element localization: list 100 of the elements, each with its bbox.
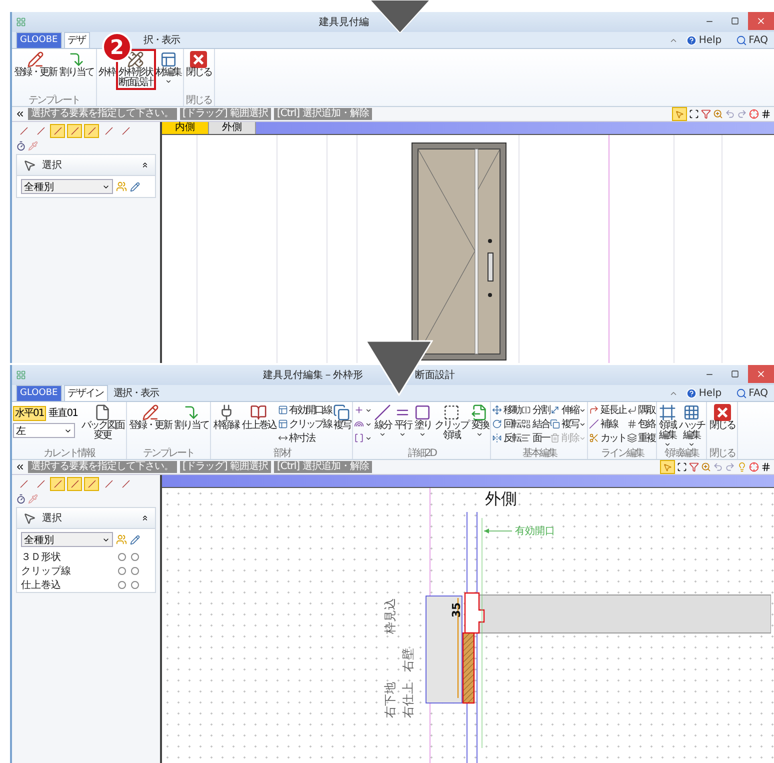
group-label: 閉じる [185, 95, 212, 106]
ribbon-button[interactable]: 複写 [550, 418, 586, 430]
type-filter-dropdown[interactable]: 全種別 [21, 179, 113, 194]
collapse-icon[interactable] [141, 514, 149, 522]
pencil-icon[interactable] [130, 534, 140, 544]
ribbon-button[interactable]: 割り当て [173, 404, 210, 431]
view-tab[interactable]: 内側 [162, 122, 209, 134]
corner-icon [626, 405, 637, 415]
ribbon-button[interactable]: 結合 [521, 418, 550, 430]
ribbon-tab[interactable]: GLOOBE [16, 32, 62, 48]
lightbulb-icon[interactable] [737, 462, 747, 472]
ribbon-button[interactable]: 複写 [332, 404, 352, 431]
ribbon-button[interactable]: バック図面 変更 [80, 404, 125, 441]
ribbon-tab[interactable]: 択・表示 [140, 32, 184, 48]
select-window-icon[interactable] [677, 462, 687, 472]
ribbon-button[interactable]: 領域 編集 [658, 404, 677, 448]
ribbon-button[interactable]: 外枠 [98, 68, 116, 78]
ribbon-tab[interactable]: デザ [64, 32, 90, 48]
crosshair-icon[interactable] [749, 109, 759, 119]
panel-toggle-icon[interactable] [15, 462, 25, 472]
stretch-icon [550, 405, 560, 415]
snap-tool[interactable] [67, 477, 82, 491]
pencil-icon[interactable] [130, 182, 140, 192]
ribbon-button[interactable]: 平行 [393, 404, 412, 438]
faq-link[interactable]: FAQ [730, 386, 774, 401]
ribbon-button[interactable]: 変換 [470, 404, 490, 438]
undo-icon[interactable] [725, 109, 735, 119]
ribbon-button[interactable]: 分割 [521, 404, 550, 416]
grid-icon[interactable] [761, 109, 771, 119]
close-button[interactable] [748, 365, 774, 383]
ribbon-button[interactable]: 重複 [626, 432, 655, 444]
trash-icon [550, 433, 560, 443]
ribbon-button[interactable]: 塗り [413, 404, 432, 438]
collapse-icon[interactable] [141, 161, 149, 169]
filter-icon[interactable] [689, 462, 699, 472]
ribbon-button[interactable]: ハッチ 編集 [678, 404, 706, 448]
snap-tool[interactable] [50, 124, 65, 138]
pointer-icon [675, 110, 684, 118]
ribbon-button[interactable]: 面一 [521, 432, 550, 444]
ribbon-tab[interactable]: 選択・表示 [110, 385, 163, 401]
close-button[interactable] [748, 12, 774, 30]
ribbon-button[interactable]: クリップ線 [278, 418, 332, 430]
ribbon-button[interactable]: 登録・更新 [128, 404, 172, 431]
ribbon-button[interactable]: 移動 [492, 404, 520, 416]
arrow-icon [68, 51, 85, 68]
ribbon-button[interactable]: 割り当て [58, 51, 94, 78]
snap-tool[interactable] [67, 124, 82, 138]
ribbon-button[interactable]: 補線 [589, 418, 626, 430]
scissors-icon [589, 433, 600, 443]
panel-toggle-icon[interactable] [15, 109, 25, 119]
users-icon[interactable] [116, 534, 127, 545]
ribbon-button[interactable]: 登録・更新 [13, 51, 58, 78]
timer-icon[interactable] [16, 494, 26, 504]
ribbon-button[interactable]: 包絡 [626, 418, 655, 430]
ribbon-button[interactable]: 延長止 [589, 404, 626, 416]
crosshair-icon[interactable] [749, 462, 759, 472]
ribbon-button[interactable]: クリップ 領域 [433, 404, 470, 441]
snap-tool[interactable] [84, 124, 99, 138]
type-filter-dropdown[interactable]: 全種別 [21, 532, 113, 547]
ribbon-button[interactable]: 隅取 [626, 404, 655, 416]
ribbon-button[interactable] [354, 404, 372, 416]
ribbon-button[interactable]: 回転 [492, 418, 520, 430]
ribbon-button[interactable]: 反転 [492, 432, 520, 444]
ribbon-button[interactable]: 枠額縁 [212, 404, 240, 431]
zoom-icon[interactable] [701, 462, 711, 472]
ribbon-button[interactable]: 有効開口線 [278, 404, 332, 416]
timer-icon[interactable] [16, 141, 26, 151]
users-icon[interactable] [116, 181, 127, 192]
panel-title: 選択 [42, 512, 62, 525]
ribbon-button[interactable]: 伸縮 [550, 404, 586, 416]
help-link[interactable]: Help [680, 386, 728, 401]
help-link[interactable]: Help [680, 33, 728, 48]
app-icon [16, 17, 26, 27]
ribbon-button[interactable]: 線分 [373, 404, 392, 438]
ribbon-tab[interactable]: GLOOBE [16, 385, 62, 401]
snap-tool[interactable] [50, 477, 65, 491]
zoom-icon[interactable] [713, 109, 723, 119]
select-window-icon[interactable] [689, 109, 699, 119]
undo-icon[interactable] [713, 462, 723, 472]
redo-icon[interactable] [737, 109, 747, 119]
view-tab[interactable]: 外側 [209, 122, 256, 134]
layer-chip[interactable]: 水平01 [13, 406, 46, 421]
ribbon-button[interactable]: カット [589, 432, 626, 444]
ribbon-tab[interactable]: デザイン [64, 385, 108, 401]
filter-icon[interactable] [701, 109, 711, 119]
ribbon-button[interactable]: 閉じる [708, 404, 736, 431]
ribbon-button[interactable] [354, 432, 372, 444]
faq-link[interactable]: FAQ [730, 33, 774, 48]
ribbon-button[interactable]: 仕上巻込 [240, 404, 277, 431]
redo-icon[interactable] [725, 462, 735, 472]
dimension-label: 右仕上 [401, 682, 415, 718]
maximize-icon [731, 370, 739, 378]
group-label: 基本編集 [521, 448, 558, 459]
grid-icon[interactable] [761, 462, 771, 472]
ribbon-button[interactable]: 閉じる [185, 51, 212, 78]
window-icon [160, 51, 177, 68]
ribbon-button[interactable]: 枠寸法 [278, 432, 332, 444]
layer-chip[interactable]: 垂直01 [46, 406, 80, 421]
side-dropdown[interactable]: 左 [13, 423, 75, 438]
snap-tool[interactable] [84, 477, 99, 491]
